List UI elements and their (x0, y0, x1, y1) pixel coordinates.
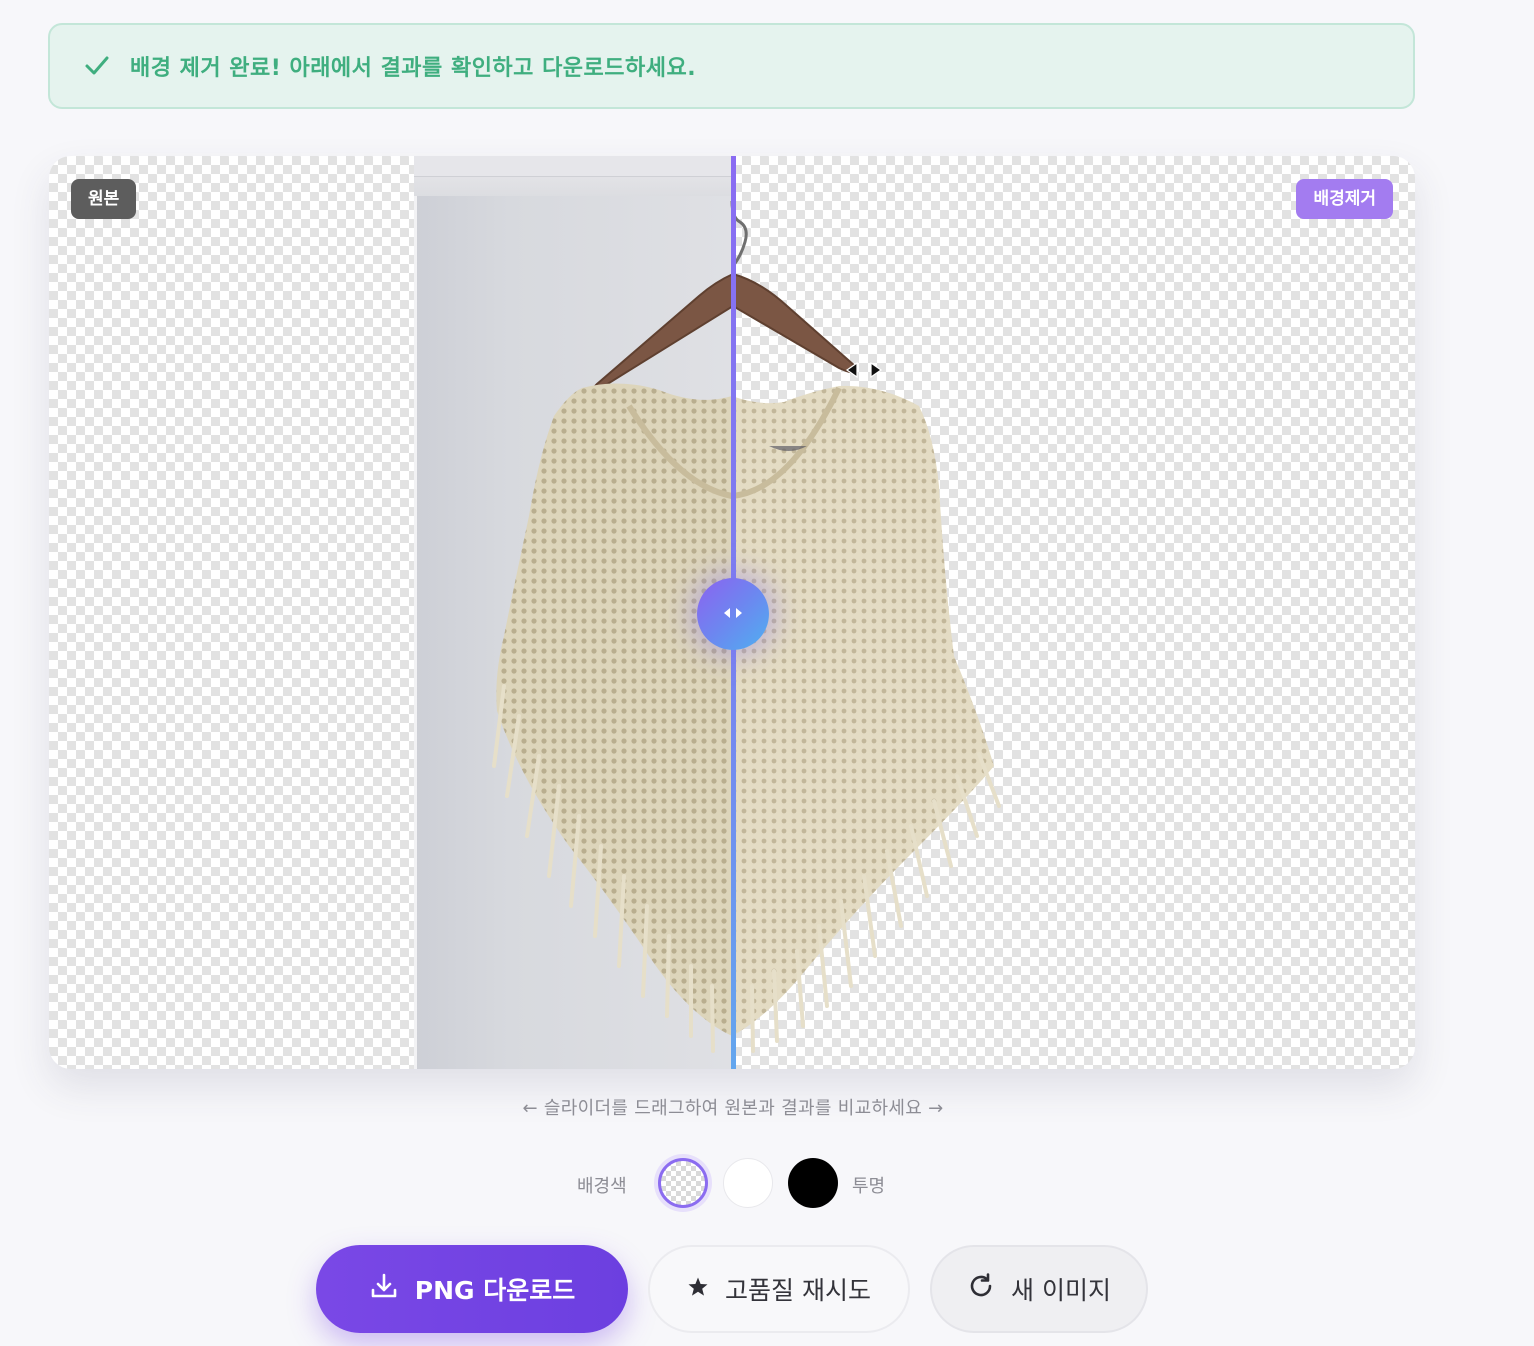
refresh-icon (967, 1272, 995, 1306)
new-image-label: 새 이미지 (1011, 1276, 1111, 1305)
left-right-arrows-icon (720, 605, 746, 624)
background-color-label: 배경색 (577, 1176, 627, 1197)
success-banner: 배경 제거 완료! 아래에서 결과를 확인하고 다운로드하세요. (48, 23, 1415, 109)
success-message: 배경 제거 완료! 아래에서 결과를 확인하고 다운로드하세요. (130, 56, 697, 81)
result-label: 배경제거 (1296, 179, 1393, 219)
png-download-button[interactable]: PNG 다운로드 (316, 1245, 628, 1333)
resize-cursor-icon (845, 361, 883, 379)
check-icon (84, 53, 110, 79)
high-quality-retry-label: 고품질 재시도 (725, 1276, 871, 1305)
new-image-button[interactable]: 새 이미지 (930, 1245, 1148, 1333)
png-download-label: PNG 다운로드 (414, 1276, 576, 1305)
download-icon (369, 1271, 399, 1307)
swatch-transparent[interactable] (658, 1158, 708, 1208)
high-quality-retry-button[interactable]: 고품질 재시도 (648, 1245, 910, 1333)
compare-viewer[interactable]: 원본 배경제거 (49, 156, 1415, 1069)
swatch-white[interactable] (723, 1158, 773, 1208)
compare-hint: ← 슬라이더를 드래그하여 원본과 결과를 비교하세요 → (522, 1098, 944, 1119)
selected-background-label: 투명 (852, 1176, 886, 1197)
original-label: 원본 (71, 179, 137, 219)
swatch-black[interactable] (788, 1158, 838, 1208)
slider-handle[interactable] (697, 578, 769, 650)
star-icon (687, 1275, 709, 1304)
